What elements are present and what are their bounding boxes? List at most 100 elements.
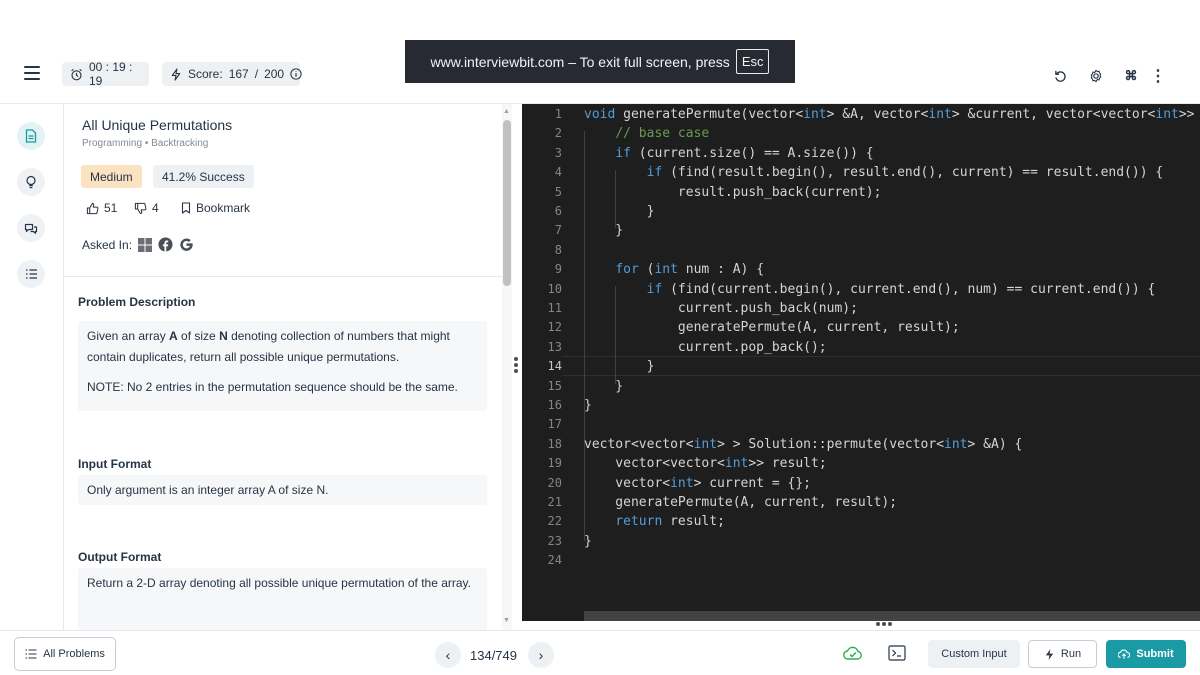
- problem-tab-document-icon[interactable]: [17, 122, 45, 150]
- line-number: 14: [547, 359, 562, 374]
- timer-value: 00 : 19 : 19: [89, 60, 133, 88]
- code-text: result.push_back(current);: [584, 184, 882, 200]
- line-number: 20: [547, 475, 562, 490]
- esc-key: Esc: [735, 49, 770, 74]
- line-number: 7: [554, 223, 562, 238]
- code-line[interactable]: 10 if (find(current.begin(), current.end…: [522, 280, 1200, 299]
- hint-lightbulb-icon[interactable]: [17, 168, 45, 196]
- lightning-icon: [171, 67, 181, 81]
- line-number: 10: [547, 281, 562, 296]
- code-text: generatePermute(A, current, result);: [584, 320, 960, 336]
- next-problem-chevron-icon[interactable]: ›: [528, 642, 554, 668]
- code-line[interactable]: 12 generatePermute(A, current, result);: [522, 318, 1200, 337]
- upload-cloud-icon: [1118, 649, 1131, 659]
- code-line[interactable]: 9 for (int num : A) {: [522, 260, 1200, 279]
- line-number: 21: [547, 495, 562, 509]
- code-line[interactable]: 22 return result;: [522, 512, 1200, 531]
- upvote-count: 51: [104, 201, 118, 215]
- line-number: 9: [554, 262, 562, 277]
- code-line[interactable]: 19 vector<vector<int>> result;: [522, 454, 1200, 473]
- line-number: 12: [547, 320, 562, 335]
- line-number: 6: [554, 204, 562, 218]
- code-line[interactable]: 23}: [522, 532, 1200, 551]
- code-text: vector<vector<int>> result;: [584, 456, 827, 472]
- downvote-count: 4: [152, 201, 159, 215]
- thumbs-up-icon: [86, 202, 99, 214]
- settings-gear-icon[interactable]: [1085, 65, 1107, 87]
- code-line[interactable]: 16}: [522, 396, 1200, 415]
- submit-button[interactable]: Submit: [1106, 640, 1186, 668]
- code-line[interactable]: 1 void generatePermute(vector<int> &A, ve…: [522, 105, 1200, 124]
- scroll-down-arrow-icon[interactable]: ▼: [503, 617, 510, 624]
- problem-scrollbar-thumb[interactable]: [503, 120, 511, 286]
- code-text: }: [584, 398, 592, 413]
- previous-problem-chevron-icon[interactable]: ‹: [435, 642, 461, 668]
- microsoft-logo-icon: [138, 237, 153, 252]
- line-number: 2: [554, 126, 562, 141]
- code-line[interactable]: 18 vector<vector<int> > Solution::permute…: [522, 435, 1200, 454]
- description-heading: Problem Description: [78, 295, 196, 309]
- breadcrumb-backtracking[interactable]: Backtracking: [151, 138, 208, 149]
- code-line[interactable]: 5 result.push_back(current);: [522, 183, 1200, 202]
- fullscreen-banner: www.interviewbit.com – To exit full scre…: [405, 40, 795, 83]
- code-line[interactable]: 3 if (current.size() == A.size()) {: [522, 144, 1200, 163]
- run-label: Run: [1060, 648, 1082, 660]
- line-number: 22: [547, 514, 562, 529]
- line-number: 4: [554, 165, 562, 180]
- code-text: if (current.size() == A.size()) {: [615, 145, 874, 161]
- downvote-button[interactable]: 4: [134, 201, 159, 215]
- code-line[interactable]: 17: [522, 415, 1200, 434]
- output-format-box: Return a 2-D array denoting all possible…: [78, 568, 487, 630]
- list-icon: [25, 649, 37, 659]
- code-line[interactable]: 8: [522, 241, 1200, 260]
- more-vertical-icon[interactable]: ⋮: [1147, 65, 1169, 87]
- asked-in-label: Asked In:: [82, 237, 133, 252]
- console-terminal-icon[interactable]: [888, 645, 908, 663]
- footer: All Problems ‹ 134/749 › Custom Input Ru…: [0, 630, 1200, 675]
- code-line[interactable]: 4 if (find(result.begin(), result.end(),…: [522, 163, 1200, 182]
- line-number: 23: [547, 533, 562, 548]
- code-line[interactable]: 24: [522, 551, 1200, 570]
- code-text: vector<vector<int> > Solution::permute(v…: [584, 436, 1023, 452]
- editor-horizontal-scrollbar[interactable]: [584, 611, 1200, 621]
- code-editor[interactable]: 1 void generatePermute(vector<int> &A, ve…: [522, 104, 1200, 621]
- command-key-icon[interactable]: ⌘: [1120, 65, 1142, 87]
- code-line[interactable]: 21 generatePermute(A, current, result);: [522, 493, 1200, 512]
- code-text: }: [584, 378, 624, 394]
- code-line[interactable]: 11 current.push_back(num);: [522, 299, 1200, 318]
- code-line[interactable]: 6 }: [522, 202, 1200, 221]
- code-line[interactable]: 2 // base case: [522, 124, 1200, 143]
- hamburger-menu-icon[interactable]: [24, 66, 40, 80]
- all-problems-button[interactable]: All Problems: [14, 637, 116, 671]
- facebook-logo-icon: [158, 237, 173, 252]
- discussion-chat-icon[interactable]: [17, 214, 45, 242]
- bookmark-button[interactable]: Bookmark: [181, 201, 250, 215]
- run-button[interactable]: Run: [1028, 640, 1097, 668]
- code-text: // base case: [615, 126, 710, 142]
- upvote-button[interactable]: 51: [86, 201, 117, 215]
- score-separator: /: [254, 67, 259, 81]
- code-line[interactable]: 20 vector<int> current = {};: [522, 474, 1200, 493]
- code-text: if (find(result.begin(), result.end(), c…: [646, 165, 1164, 181]
- line-number: 19: [547, 456, 562, 471]
- submissions-list-icon[interactable]: [17, 260, 45, 288]
- console-drag-handle-icon[interactable]: [876, 622, 892, 626]
- score: Score: 167 / 200: [162, 62, 302, 86]
- description-paragraph-2: NOTE: No 2 entries in the permutation se…: [87, 380, 458, 394]
- description-paragraph-1: Given an array A of size N denoting coll…: [87, 329, 450, 364]
- scroll-up-arrow-icon[interactable]: ▲: [503, 108, 510, 115]
- reset-icon[interactable]: [1049, 65, 1071, 87]
- output-format-heading: Output Format: [78, 550, 162, 564]
- code-line[interactable]: 14 }: [522, 357, 1200, 376]
- splitter-drag-handle-icon[interactable]: [514, 357, 518, 375]
- code-line[interactable]: 7 }: [522, 221, 1200, 240]
- custom-input-button[interactable]: Custom Input: [928, 640, 1020, 668]
- code-text: }: [584, 223, 624, 239]
- code-line[interactable]: 15 }: [522, 377, 1200, 396]
- code-line[interactable]: 13 current.pop_back();: [522, 338, 1200, 357]
- code-text: for (int num : A) {: [615, 262, 765, 278]
- info-icon[interactable]: [290, 68, 302, 80]
- input-format-text: Only argument is an integer array A of s…: [87, 483, 329, 497]
- breadcrumb-programming[interactable]: Programming: [82, 138, 142, 149]
- bookmark-label: Bookmark: [196, 201, 251, 215]
